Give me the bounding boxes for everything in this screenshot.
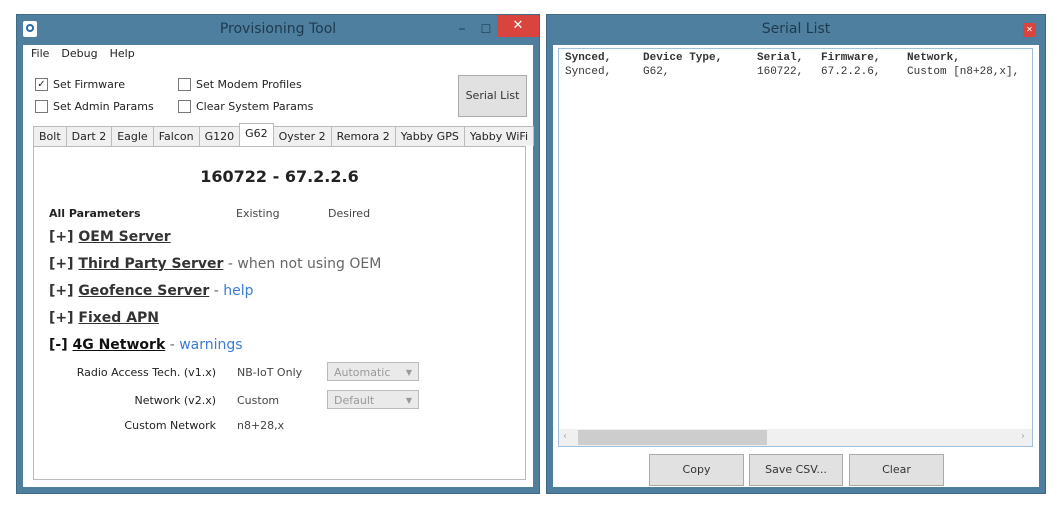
menu-bar: File Debug Help (31, 47, 135, 60)
horizontal-scrollbar[interactable]: ‹ › (559, 429, 1032, 446)
tab-dart-2[interactable]: Dart 2 (65, 126, 113, 146)
custom-network-existing: n8+28,x (237, 419, 285, 432)
serial-list-button[interactable]: Serial List (458, 75, 527, 117)
menu-debug[interactable]: Debug (61, 47, 97, 60)
radio-access-tech-select[interactable]: Automatic ▼ (327, 362, 419, 381)
section-third-party-server[interactable]: [+] Third Party Server - when not using … (49, 256, 381, 272)
header-serial: Serial, (757, 52, 804, 64)
row-firmware: 67.2.2.6, (821, 66, 881, 78)
network-select[interactable]: Default ▼ (327, 390, 419, 409)
tab-bolt[interactable]: Bolt (33, 126, 67, 146)
close-button[interactable]: ✕ (1023, 23, 1036, 37)
network-existing: Custom (237, 394, 280, 407)
network-label: Network (v2.x) (134, 394, 216, 407)
section-geofence-server[interactable]: [+] Geofence Server - help (49, 283, 253, 299)
device-tabs: Bolt Dart 2 Eagle Falcon G120 G62 Oyster… (33, 123, 535, 146)
header-device-type: Device Type, (643, 52, 723, 64)
clear-system-params-checkbox[interactable]: Clear System Params (178, 100, 313, 113)
row-synced: Synced, (565, 66, 612, 78)
title-bar: Provisioning Tool – ☐ ✕ (17, 15, 539, 43)
window-title: Serial List (761, 21, 831, 37)
desired-header: Desired (328, 207, 371, 220)
tab-eagle[interactable]: Eagle (111, 126, 154, 146)
save-csv-button[interactable]: Save CSV... (749, 454, 843, 486)
checkmark-icon: ✓ (35, 78, 48, 91)
help-link[interactable]: help (223, 283, 253, 299)
existing-header: Existing (236, 207, 280, 220)
chevron-down-icon: ▼ (405, 396, 412, 405)
menu-help[interactable]: Help (110, 47, 135, 60)
header-synced: Synced, (565, 52, 612, 64)
scroll-left-icon[interactable]: ‹ (563, 431, 567, 442)
row-network: Custom [n8+28,x], (907, 66, 1020, 78)
title-bar: Serial List ✕ (547, 15, 1045, 43)
row-serial: 160722, (757, 66, 804, 78)
row-device-type: G62, (643, 66, 670, 78)
tab-yabby-gps[interactable]: Yabby GPS (394, 126, 465, 146)
tab-remora-2[interactable]: Remora 2 (330, 126, 396, 146)
custom-network-label: Custom Network (124, 419, 216, 432)
app-icon (23, 21, 37, 37)
maximize-button[interactable]: ☐ (475, 15, 497, 43)
menu-file[interactable]: File (31, 47, 49, 60)
window-title: Provisioning Tool (219, 21, 337, 37)
all-parameters-header: All Parameters (49, 207, 141, 220)
tab-g62[interactable]: G62 (239, 123, 274, 146)
close-button[interactable]: ✕ (497, 15, 539, 37)
scroll-right-icon[interactable]: › (1021, 431, 1025, 442)
tab-oyster-2[interactable]: Oyster 2 (272, 126, 332, 146)
warnings-link[interactable]: warnings (179, 337, 242, 353)
radio-access-tech-label: Radio Access Tech. (v1.x) (76, 366, 216, 379)
section-4g-network[interactable]: [-] 4G Network - warnings (49, 337, 243, 353)
tab-falcon[interactable]: Falcon (152, 126, 200, 146)
section-fixed-apn[interactable]: [+] Fixed APN (49, 310, 159, 326)
set-firmware-checkbox[interactable]: ✓ Set Firmware (35, 78, 125, 91)
device-heading: 160722 - 67.2.2.6 (200, 167, 359, 186)
set-modem-profiles-checkbox[interactable]: Set Modem Profiles (178, 78, 302, 91)
section-oem-server[interactable]: [+] OEM Server (49, 229, 171, 245)
header-firmware: Firmware, (821, 52, 881, 64)
radio-access-tech-existing: NB-IoT Only (237, 366, 303, 379)
chevron-down-icon: ▼ (405, 368, 412, 377)
tab-yabby-wifi[interactable]: Yabby WiFi (463, 126, 535, 146)
header-network: Network, (907, 52, 960, 64)
clear-button[interactable]: Clear (849, 454, 944, 486)
tab-g120[interactable]: G120 (198, 126, 241, 146)
scrollbar-thumb[interactable] (578, 430, 767, 445)
serial-list-textarea[interactable] (558, 48, 1033, 447)
set-admin-params-checkbox[interactable]: Set Admin Params (35, 100, 154, 113)
minimize-button[interactable]: – (451, 15, 473, 43)
copy-button[interactable]: Copy (649, 454, 744, 486)
